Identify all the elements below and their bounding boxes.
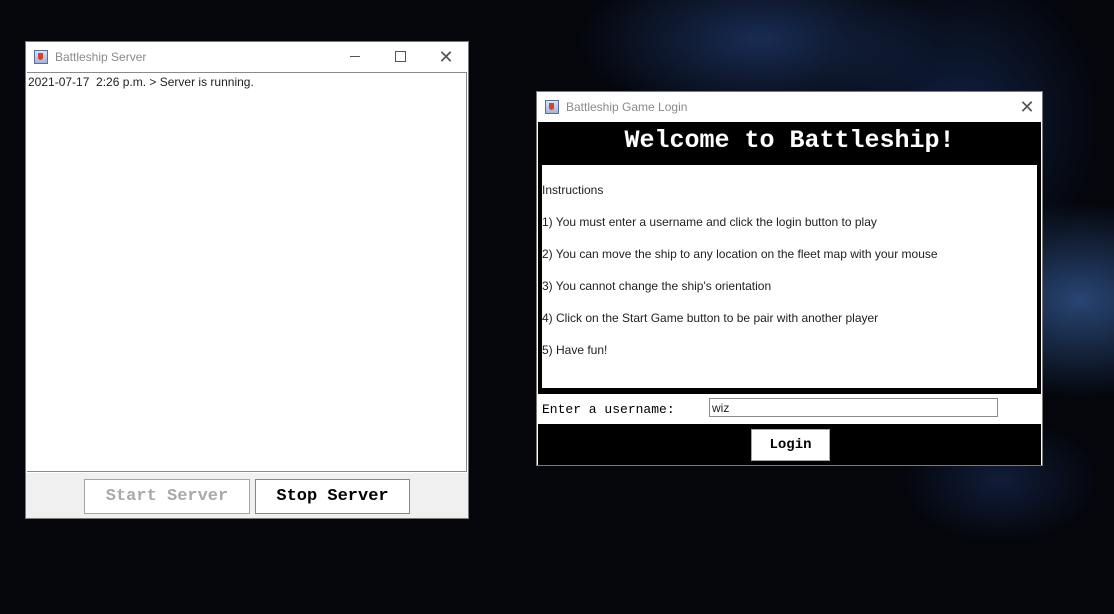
minimize-button[interactable] bbox=[335, 42, 375, 71]
server-log-area[interactable]: 2021-07-17 2:26 p.m. > Server is running… bbox=[27, 72, 467, 472]
username-input[interactable] bbox=[709, 398, 998, 417]
instruction-item: 5) Have fun! bbox=[542, 343, 608, 357]
instruction-item: 4) Click on the Start Game button to be … bbox=[542, 311, 879, 325]
java-cup-icon bbox=[545, 99, 559, 114]
username-row: Enter a username: bbox=[538, 394, 1041, 424]
server-window: Battleship Server ✕ 2021-07-17 2:26 p.m.… bbox=[25, 41, 469, 519]
close-icon: ✕ bbox=[1019, 96, 1035, 117]
server-button-bar: Start Server Stop Server bbox=[26, 473, 468, 518]
login-button[interactable]: Login bbox=[751, 429, 830, 461]
instruction-item: 1) You must enter a username and click t… bbox=[542, 215, 877, 229]
instructions-panel: Instructions 1) You must enter a usernam… bbox=[542, 165, 1037, 388]
maximize-icon bbox=[394, 51, 406, 62]
log-line: 2021-07-17 2:26 p.m. > Server is running… bbox=[28, 75, 254, 89]
close-button[interactable]: ✕ bbox=[426, 42, 466, 71]
instruction-item: 2) You can move the ship to any location… bbox=[542, 247, 938, 261]
instructions-title: Instructions bbox=[542, 183, 604, 197]
instruction-item: 3) You cannot change the ship's orientat… bbox=[542, 279, 772, 293]
login-titlebar[interactable]: Battleship Game Login ✕ bbox=[537, 92, 1042, 121]
server-titlebar[interactable]: Battleship Server ✕ bbox=[26, 42, 468, 71]
server-window-title: Battleship Server bbox=[55, 49, 147, 64]
close-icon: ✕ bbox=[438, 46, 454, 67]
minimize-icon bbox=[350, 56, 360, 57]
username-label: Enter a username: bbox=[542, 402, 675, 417]
welcome-heading: Welcome to Battleship! bbox=[624, 126, 955, 155]
login-body: Welcome to Battleship! Instructions 1) Y… bbox=[538, 122, 1041, 465]
login-window-title: Battleship Game Login bbox=[566, 99, 688, 114]
stop-server-button[interactable]: Stop Server bbox=[255, 479, 410, 514]
java-cup-icon bbox=[34, 49, 48, 64]
maximize-button[interactable] bbox=[380, 42, 420, 71]
close-button[interactable]: ✕ bbox=[1007, 92, 1047, 121]
login-window: Battleship Game Login ✕ Welcome to Battl… bbox=[536, 91, 1043, 466]
start-server-button[interactable]: Start Server bbox=[84, 479, 250, 514]
